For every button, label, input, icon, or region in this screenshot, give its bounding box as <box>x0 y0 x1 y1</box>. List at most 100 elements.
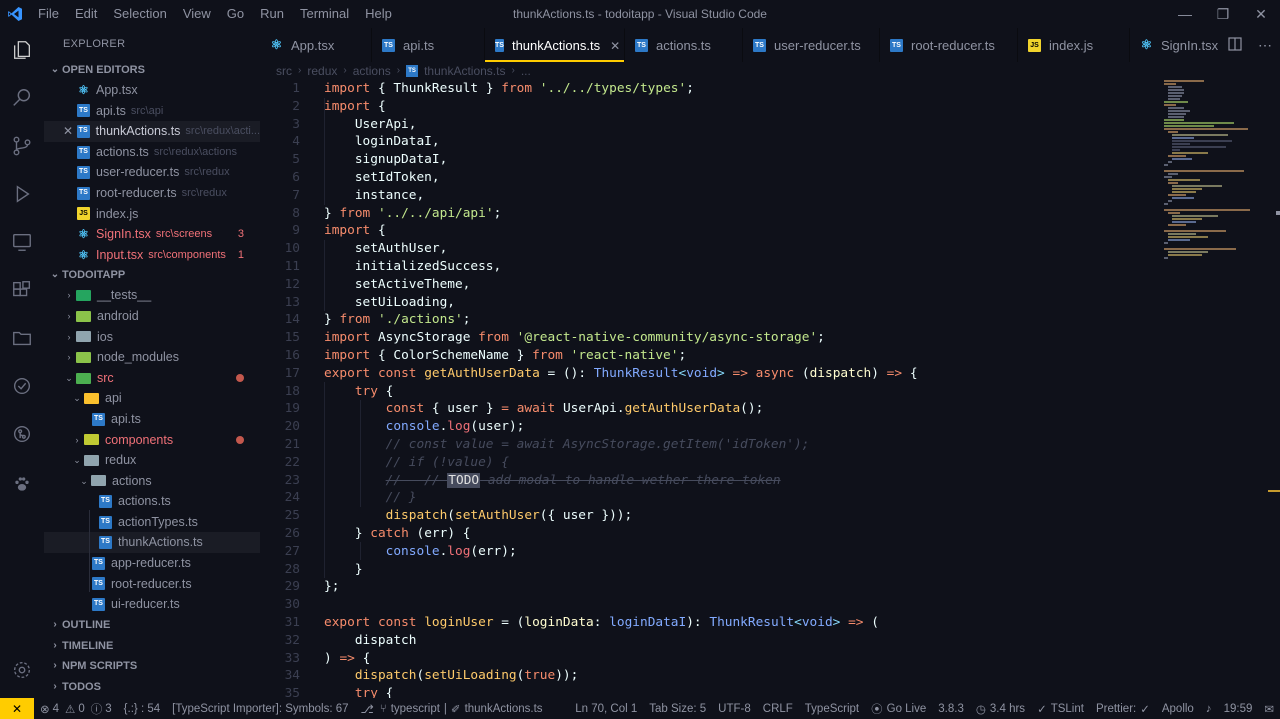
menu-help[interactable]: Help <box>357 0 400 28</box>
tree-folder[interactable]: › __tests__ <box>44 285 260 306</box>
tab-signin-tsx[interactable]: ⚛ SignIn.tsx <box>1130 28 1230 62</box>
typescript-importer-status[interactable]: [TypeScript Importer]: Symbols: 67 <box>166 703 354 715</box>
open-editor-item[interactable]: JS index.js <box>44 204 260 225</box>
extensions-icon[interactable] <box>0 268 44 312</box>
folder-icon[interactable] <box>0 316 44 360</box>
tab-user-reducer-ts[interactable]: TS user-reducer.ts <box>743 28 880 62</box>
outline-header[interactable]: › OUTLINE <box>44 615 260 635</box>
tab-label: thunkActions.ts <box>511 38 601 53</box>
open-editor-path: src\redux\acti... <box>185 125 260 138</box>
typescript-version[interactable]: 3.8.3 <box>932 703 970 715</box>
paw-icon[interactable] <box>0 462 44 506</box>
tree-file[interactable]: TS actionTypes.ts <box>44 512 260 533</box>
close-tab-icon[interactable]: ✕ <box>610 39 620 53</box>
menu-terminal[interactable]: Terminal <box>292 0 357 28</box>
tree-folder[interactable]: › components <box>44 430 260 451</box>
code-editor[interactable]: 1 import { ThunkResult } from '../../type… <box>260 80 1160 698</box>
bell-icon[interactable]: ♪ <box>1200 703 1218 715</box>
vertical-scrollbar[interactable] <box>1268 80 1280 698</box>
timeline-header[interactable]: › TIMELINE <box>44 636 260 656</box>
chevron-down-icon: ⌄ <box>50 64 60 75</box>
tree-file[interactable]: TS ui-reducer.ts <box>44 594 260 615</box>
run-debug-icon[interactable] <box>0 172 44 216</box>
prettier-status[interactable]: Prettier: ✓ <box>1090 702 1156 716</box>
open-editor-item-active[interactable]: ✕ TS thunkActions.ts src\redux\acti... <box>44 121 260 142</box>
tree-file[interactable]: TS app-reducer.ts <box>44 553 260 574</box>
more-actions-icon[interactable]: ⋯ <box>1258 37 1272 54</box>
project-header[interactable]: ⌄ TODOITAPP <box>44 265 260 285</box>
test-icon[interactable] <box>0 364 44 408</box>
close-editor-icon[interactable]: ✕ <box>63 121 77 142</box>
files-icon[interactable] <box>0 28 44 72</box>
open-editor-item[interactable]: ⚛ Input.tsx src\components 1 <box>44 245 260 266</box>
breadcrumb-item[interactable]: redux <box>307 62 337 80</box>
source-control-icon[interactable] <box>0 124 44 168</box>
breadcrumb-item[interactable]: ... <box>521 62 531 80</box>
menu-view[interactable]: View <box>175 0 219 28</box>
remote-icon[interactable]: ✕ <box>0 698 34 719</box>
tree-folder-open[interactable]: ⌄ src <box>44 368 260 389</box>
project-label: TODOITAPP <box>62 269 126 282</box>
tree-file[interactable]: TS actions.ts <box>44 491 260 512</box>
tree-file[interactable]: TS root-reducer.ts <box>44 574 260 595</box>
tslint-status[interactable]: ✓ TSLint <box>1031 702 1090 716</box>
git-graph-icon[interactable] <box>0 412 44 456</box>
open-editor-item[interactable]: TS root-reducer.ts src\redux <box>44 183 260 204</box>
cursor-position[interactable]: Ln 70, Col 1 <box>569 703 643 715</box>
menu-selection[interactable]: Selection <box>105 0 174 28</box>
tree-folder-open[interactable]: ⌄ actions <box>44 471 260 492</box>
minimize-icon[interactable]: — <box>1166 0 1204 28</box>
minimap-line <box>1172 197 1194 199</box>
tab-size[interactable]: Tab Size: 5 <box>643 703 712 715</box>
tree-folder[interactable]: › android <box>44 306 260 327</box>
open-editor-item[interactable]: TS api.ts src\api <box>44 101 260 122</box>
tab-thunkactions-ts[interactable]: TS thunkActions.ts ✕ <box>485 28 625 62</box>
language-mode[interactable]: TypeScript <box>799 703 865 715</box>
search-icon[interactable] <box>0 76 44 120</box>
tab-root-reducer-ts[interactable]: TS root-reducer.ts <box>880 28 1018 62</box>
tree-folder-name: api <box>105 391 122 406</box>
open-editor-item[interactable]: ⚛ SignIn.tsx src\screens 3 <box>44 224 260 245</box>
menu-edit[interactable]: Edit <box>67 0 105 28</box>
breadcrumb: src › redux › actions › TS thunkActions.… <box>260 62 1280 80</box>
tree-folder-open[interactable]: ⌄ api <box>44 388 260 409</box>
tree-file[interactable]: TS api.ts <box>44 409 260 430</box>
menu-run[interactable]: Run <box>252 0 292 28</box>
remote-explorer-icon[interactable] <box>0 220 44 264</box>
breadcrumb-item[interactable]: thunkActions.ts <box>424 62 505 80</box>
todos-header[interactable]: › TODOS <box>44 677 260 697</box>
open-editor-item[interactable]: ⚛ App.tsx <box>44 80 260 101</box>
menu-file[interactable]: File <box>30 0 67 28</box>
tree-file-active[interactable]: TS thunkActions.ts <box>44 532 260 554</box>
breadcrumb-item[interactable]: src <box>276 62 292 80</box>
open-editors-header[interactable]: ⌄ OPEN EDITORS <box>44 60 260 80</box>
menu-go[interactable]: Go <box>219 0 252 28</box>
split-editor-icon[interactable] <box>1228 36 1242 54</box>
tab-app-tsx[interactable]: ⚛ App.tsx <box>260 28 372 62</box>
tree-folder[interactable]: › ios <box>44 327 260 348</box>
apollo-status[interactable]: Apollo <box>1156 703 1200 715</box>
restore-icon[interactable]: ❐ <box>1204 0 1242 28</box>
tab-api-ts[interactable]: TS api.ts <box>372 28 485 62</box>
minimap[interactable] <box>1160 80 1272 698</box>
close-icon[interactable]: ✕ <box>1242 0 1280 28</box>
end-of-line[interactable]: CRLF <box>757 703 799 715</box>
open-editor-item[interactable]: TS actions.ts src\redux\actions <box>44 142 260 163</box>
open-editor-item[interactable]: TS user-reducer.ts src\redux <box>44 162 260 183</box>
encoding[interactable]: UTF-8 <box>712 703 757 715</box>
notifications-icon[interactable]: ✉ <box>1258 702 1280 716</box>
time-tracker[interactable]: ◷ 3.4 hrs <box>970 702 1031 716</box>
settings-gear-icon[interactable] <box>0 648 44 692</box>
tree-folder[interactable]: › node_modules <box>44 347 260 368</box>
cursor-context[interactable]: {.:} : 54 <box>118 703 166 715</box>
problems-indicator[interactable]: ⊗ 4 ⚠ 0 ⓘ 3 <box>34 701 118 717</box>
minimap-line <box>1172 218 1202 220</box>
branch-context[interactable]: ⎇ ⑂ typescript | ✐ thunkActions.ts <box>355 702 549 716</box>
tree-file-name: thunkActions.ts <box>118 535 203 550</box>
tab-actions-ts[interactable]: TS actions.ts <box>625 28 743 62</box>
go-live-button[interactable]: ⦿ Go Live <box>865 701 932 717</box>
breadcrumb-item[interactable]: actions <box>353 62 391 80</box>
tree-folder-open[interactable]: ⌄ redux <box>44 450 260 471</box>
npm-scripts-header[interactable]: › NPM SCRIPTS <box>44 656 260 676</box>
tab-index-js[interactable]: JS index.js <box>1018 28 1130 62</box>
